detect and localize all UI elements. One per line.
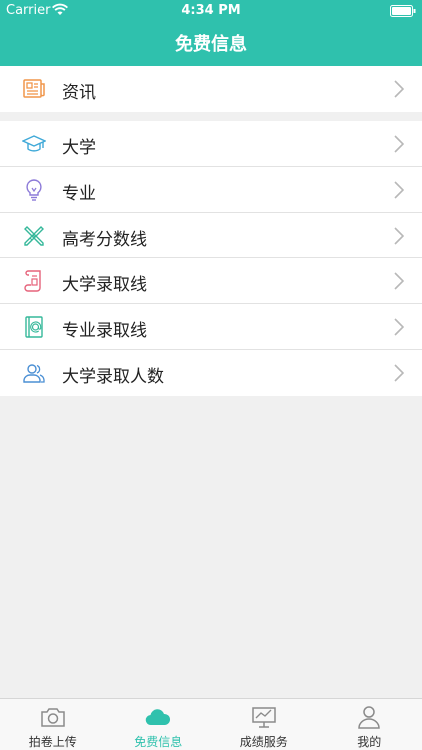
- data-group: 大学 专业 高考分数线 大学录取线 专业录取线 大学录取人数: [0, 121, 422, 396]
- list-item-label: 资讯: [62, 83, 96, 103]
- tab-label: 成绩服务: [239, 735, 288, 749]
- list-item-university[interactable]: 大学: [0, 121, 422, 167]
- tab-label: 免费信息: [134, 735, 183, 749]
- list-item-university-admission-count[interactable]: 大学录取人数: [0, 350, 422, 396]
- tab-free-info[interactable]: 免费信息: [106, 699, 212, 750]
- cloud-icon: [145, 709, 171, 726]
- list-item-label: 大学录取人数: [62, 366, 164, 387]
- chevron-right-icon: [394, 181, 404, 199]
- chevron-right-icon: [394, 227, 404, 245]
- list-item-university-admission-line[interactable]: 大学录取线: [0, 258, 422, 305]
- list-item-major-admission-line[interactable]: 专业录取线: [0, 304, 422, 350]
- scroll-icon: [24, 270, 41, 293]
- person-icon: [358, 706, 381, 729]
- list-item-label: 专业: [62, 183, 96, 204]
- chevron-right-icon: [394, 318, 404, 336]
- list-item-label: 大学录取线: [62, 275, 147, 296]
- tab-label: 拍卷上传: [28, 735, 77, 749]
- list-item-label: 专业录取线: [62, 321, 147, 342]
- tab-score-service[interactable]: 成绩服务: [211, 699, 317, 750]
- list-item-news[interactable]: 资讯: [0, 66, 422, 112]
- tab-mine[interactable]: 我的: [317, 699, 422, 750]
- graduation-cap-icon: [22, 135, 46, 152]
- tab-bar: 拍卷上传 免费信息 成绩服务 我的: [0, 698, 422, 750]
- status-time: 4:34 PM: [181, 3, 241, 18]
- pencil-ruler-icon: [24, 225, 44, 246]
- status-bar: Carrier 4:34 PM: [0, 0, 422, 22]
- camera-icon: [41, 708, 65, 727]
- list-item-label: 高考分数线: [62, 229, 147, 250]
- chart-board-icon: [252, 707, 276, 728]
- tab-label: 我的: [357, 735, 382, 749]
- chevron-right-icon: [394, 272, 404, 290]
- chevron-right-icon: [394, 364, 404, 382]
- lightbulb-icon: [26, 179, 42, 201]
- users-icon: [23, 364, 45, 383]
- address-book-icon: [25, 316, 43, 338]
- list-item-label: 大学: [62, 138, 96, 158]
- info-group: 资讯: [0, 66, 422, 112]
- header: Carrier 4:34 PM 免费信息: [0, 0, 422, 66]
- chevron-right-icon: [394, 135, 404, 153]
- chevron-right-icon: [394, 80, 404, 98]
- page-title: 免费信息: [175, 34, 247, 55]
- newspaper-icon: [23, 79, 45, 98]
- list-item-score-line[interactable]: 高考分数线: [0, 213, 422, 259]
- battery-icon: [390, 5, 416, 17]
- list-item-major[interactable]: 专业: [0, 167, 422, 213]
- tab-upload-paper[interactable]: 拍卷上传: [0, 699, 106, 750]
